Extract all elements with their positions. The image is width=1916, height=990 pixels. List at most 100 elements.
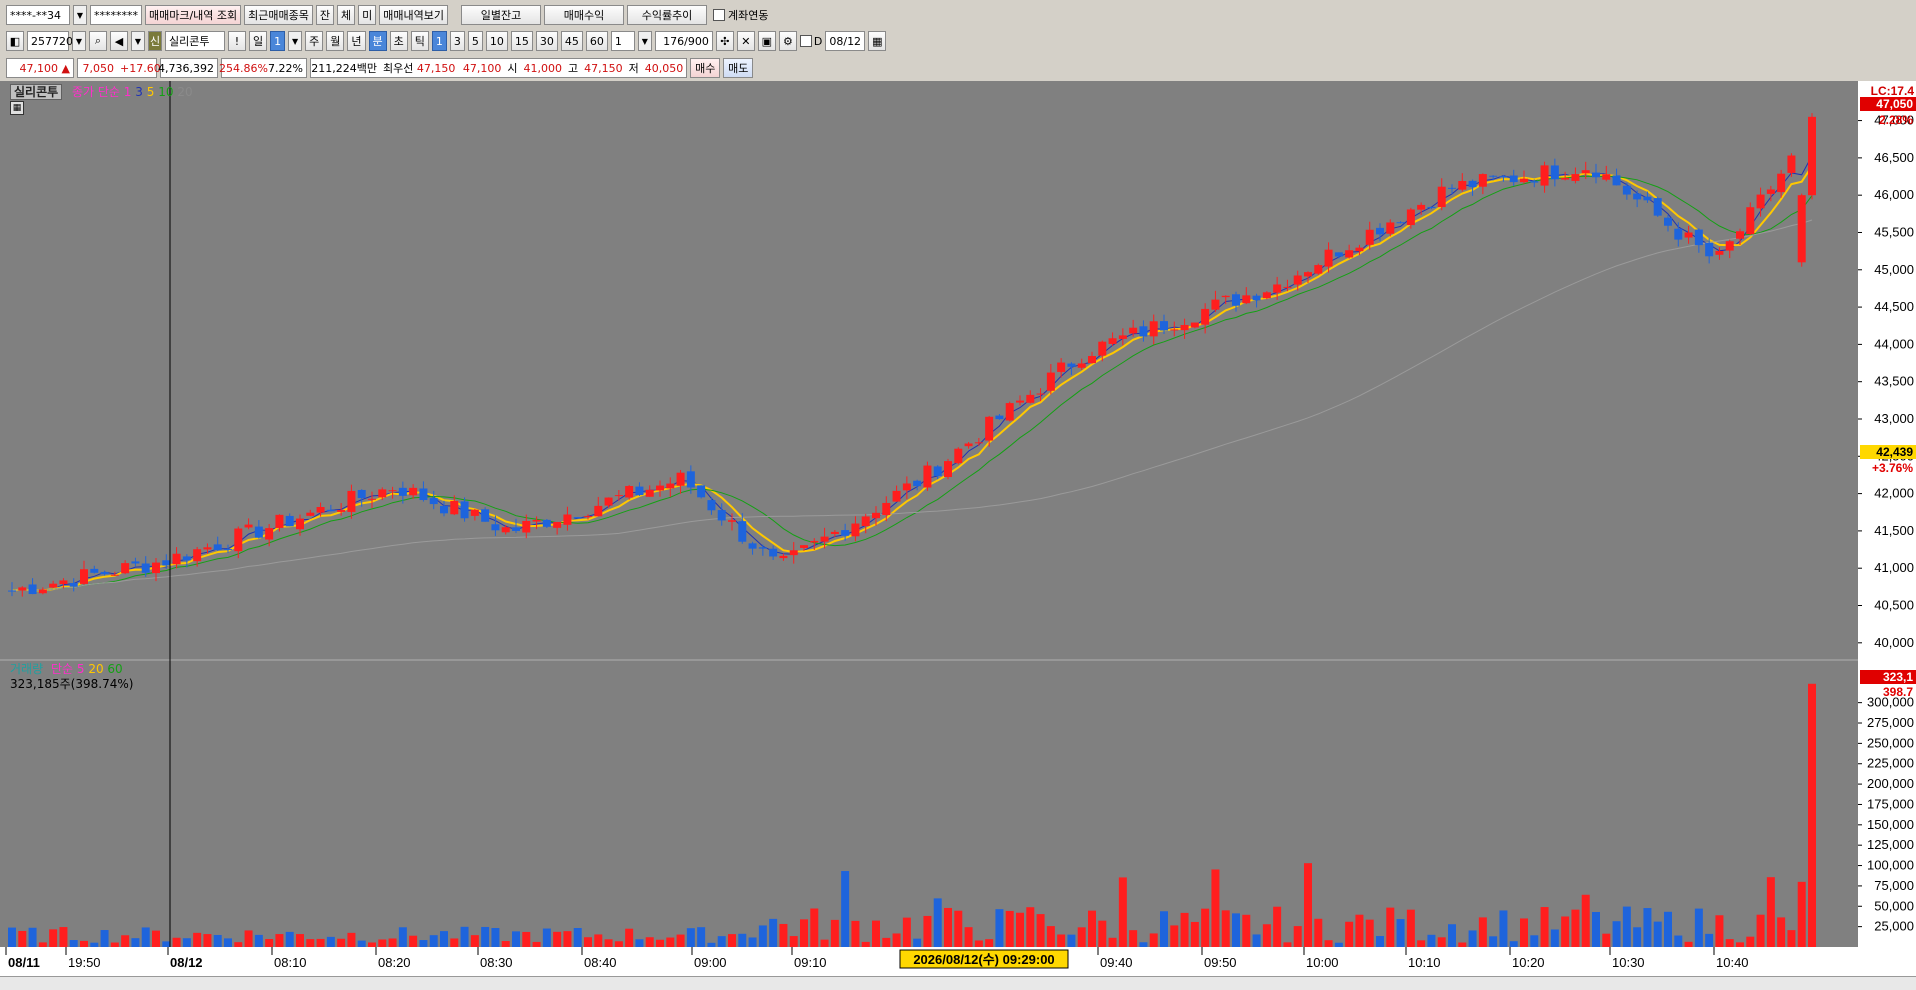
candle-body <box>1602 174 1611 180</box>
chart-area[interactable]: 47,000 46,500 46,000 45,500 45,000 44,500 44,0… <box>0 81 1916 976</box>
volume-bar <box>656 939 664 947</box>
profit-trend-button[interactable]: 수익률추이 <box>627 5 708 25</box>
draw-tool-icon[interactable]: ✕ <box>736 31 755 51</box>
candle-body <box>357 489 366 499</box>
candle-body <box>1293 275 1302 285</box>
volume-bar <box>1427 934 1436 947</box>
window-icon[interactable]: ◧ <box>6 31 24 51</box>
candle-body <box>635 486 644 496</box>
candle-body <box>1427 206 1436 208</box>
candle-body <box>1211 299 1220 310</box>
stock-name-field[interactable]: 실리콘투 <box>165 31 225 51</box>
high-price: 47,150 <box>581 58 626 78</box>
date-checkbox[interactable]: D <box>799 31 823 51</box>
interval-60-button[interactable]: 60 <box>585 31 608 51</box>
candle-body <box>758 547 767 549</box>
volume-bar <box>676 934 685 947</box>
gear-icon[interactable]: ⚙ <box>778 31 797 51</box>
volume-bar <box>378 939 387 947</box>
balance-button[interactable]: 잔 <box>315 5 335 25</box>
volume-bar <box>1170 925 1179 947</box>
interval-5-button[interactable]: 5 <box>467 31 483 51</box>
volume-bar <box>1386 907 1395 947</box>
interval-10-button[interactable]: 10 <box>485 31 508 51</box>
ma-legend-5: 5 <box>146 85 155 99</box>
volume-bar <box>162 941 171 947</box>
candle-body <box>1705 243 1714 257</box>
trade-history-button[interactable]: 매매내역보기 <box>379 5 449 25</box>
speaker-icon[interactable]: ◀ <box>110 31 128 51</box>
candle-body <box>203 547 212 550</box>
volume-bar <box>470 935 479 947</box>
interval-input[interactable]: 1 <box>610 31 635 51</box>
grid-toggle-icon[interactable]: ▦ <box>10 101 24 115</box>
volume-bar <box>1756 914 1765 947</box>
period-value[interactable]: 1 <box>270 31 286 51</box>
buy-button[interactable]: 매수 <box>690 58 721 78</box>
trade-profit-button[interactable]: 매매수익 <box>544 5 625 25</box>
interval-30-button[interactable]: 30 <box>535 31 558 51</box>
ma-legend-10: 10 <box>158 85 174 99</box>
save-icon[interactable]: ▣ <box>757 31 776 51</box>
candle-body <box>501 527 510 533</box>
chevron-down-icon[interactable]: ▼ <box>73 5 87 25</box>
volume-bar <box>913 938 922 947</box>
daily-balance-button[interactable]: 일별잔고 <box>461 5 542 25</box>
chevron-down-icon[interactable]: ▼ <box>131 31 145 51</box>
date-input[interactable]: 08/12 <box>825 31 866 51</box>
volume: 4,736,392 <box>158 58 218 78</box>
chevron-down-icon[interactable]: ▼ <box>288 31 303 51</box>
interval-1-button[interactable]: 1 <box>431 31 447 51</box>
crosshair-icon[interactable]: ✣ <box>715 31 734 51</box>
search-icon[interactable]: ⌕ <box>89 31 107 51</box>
period-day-button[interactable]: 일 <box>249 31 268 51</box>
current-pct-tag: 2.28% <box>1879 113 1913 127</box>
interval-45-button[interactable]: 45 <box>560 31 583 51</box>
account-link-checkbox[interactable]: 계좌연동 <box>710 5 771 25</box>
candle-body <box>296 518 304 530</box>
scroll-bar[interactable] <box>0 976 1916 990</box>
count-display[interactable]: 176/900 <box>654 31 713 51</box>
volume-bar <box>275 934 284 947</box>
volume-tick-label: 75,000 <box>1874 878 1914 893</box>
period-minute-button[interactable]: 분 <box>368 31 387 51</box>
volume-bar <box>1694 908 1703 947</box>
period-month-button[interactable]: 월 <box>326 31 345 51</box>
interval-15-button[interactable]: 15 <box>510 31 533 51</box>
recent-items-button[interactable]: 최근매매종목 <box>244 5 313 25</box>
executed-button[interactable]: 체 <box>337 5 356 25</box>
account-select[interactable]: ****-**34 <box>6 5 70 25</box>
chevron-down-icon[interactable]: ▼ <box>72 31 86 51</box>
candle-body <box>1550 165 1559 180</box>
candle-body <box>1057 362 1066 372</box>
period-year-button[interactable]: 년 <box>347 31 366 51</box>
candle-body <box>1365 229 1374 245</box>
chevron-down-icon[interactable]: ▼ <box>637 31 652 51</box>
chart-stock-title[interactable]: 실리콘투 <box>10 84 63 100</box>
candle-body <box>18 587 27 591</box>
interval-3-button[interactable]: 3 <box>449 31 465 51</box>
candle-body <box>388 490 397 492</box>
period-tick-button[interactable]: 틱 <box>410 31 429 51</box>
trade-mark-button[interactable]: 매매마크/내역 조회 <box>145 5 242 25</box>
chart-canvas[interactable]: 47,00046,50046,00045,50045,00044,50044,0… <box>0 81 1916 976</box>
candle-body <box>1664 217 1672 226</box>
period-second-button[interactable]: 초 <box>389 31 408 51</box>
sell-button[interactable]: 매도 <box>723 58 754 78</box>
date-checkbox-label: D <box>813 34 823 48</box>
calendar-icon[interactable]: ▦ <box>868 31 887 51</box>
candle-body <box>224 549 232 551</box>
volume-info: 323,185주(398.74%) <box>10 677 134 691</box>
candle-body <box>234 528 243 552</box>
unexecuted-button[interactable]: 미 <box>358 5 377 25</box>
volume-bar <box>1787 930 1796 947</box>
stock-code-input[interactable]: 257720 <box>27 31 73 51</box>
password-field[interactable]: ******** <box>90 5 142 25</box>
volume-bar <box>573 928 582 947</box>
warning-icon[interactable]: ! <box>228 31 246 51</box>
period-week-button[interactable]: 주 <box>305 31 324 51</box>
candle-body <box>748 543 757 549</box>
volume-bar <box>234 942 243 947</box>
candle-body <box>1458 180 1467 190</box>
candle-body <box>1129 327 1138 334</box>
